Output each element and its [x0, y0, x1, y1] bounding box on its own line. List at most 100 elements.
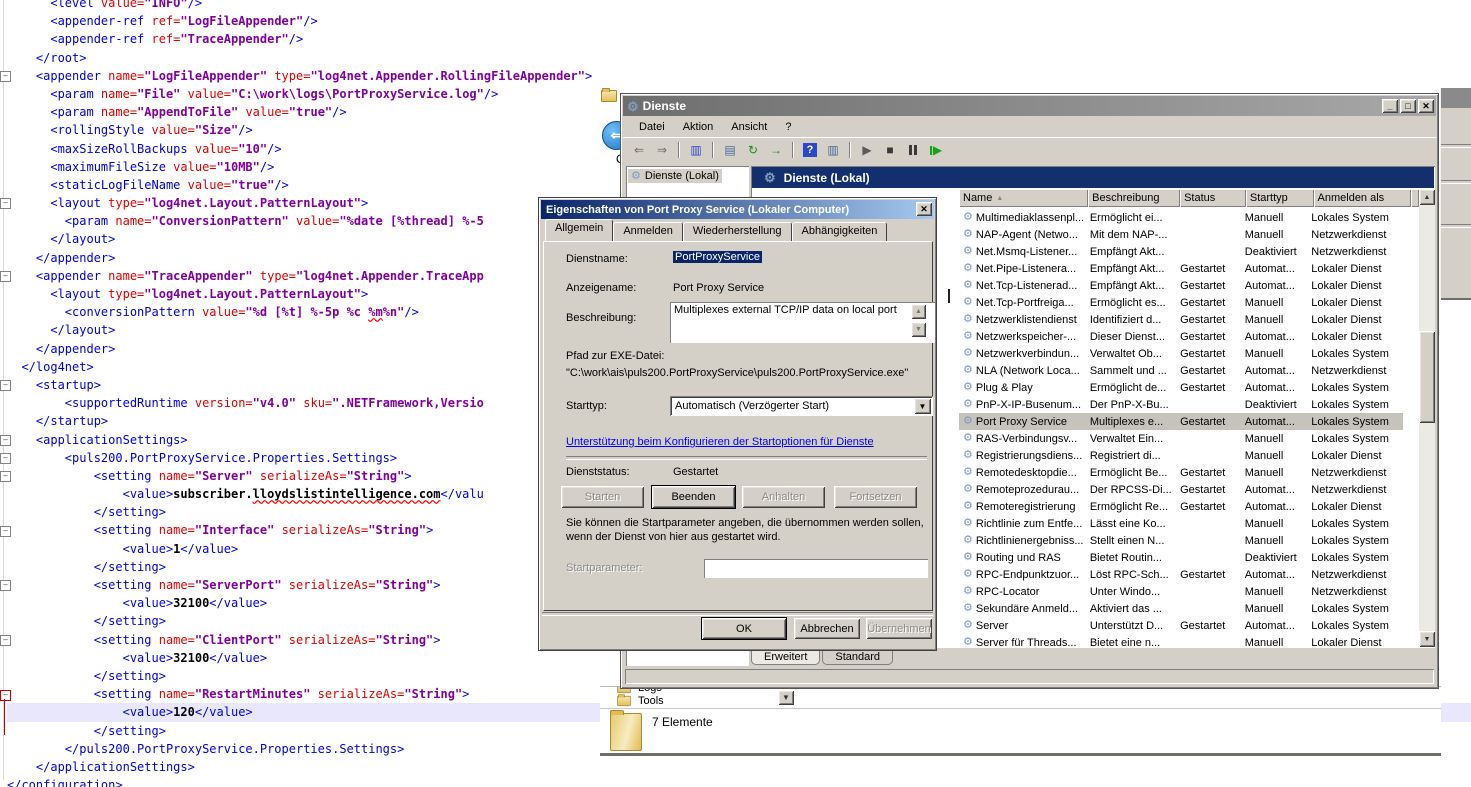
combo-dropdown-button[interactable]: ▼: [914, 398, 931, 414]
service-row[interactable]: ⚙Richtlinie zum Entfe...Lässt eine Ko...…: [959, 515, 1403, 532]
menu-aktion[interactable]: Aktion: [675, 119, 722, 135]
service-row[interactable]: ⚙Multimediaklassenpl...Ermöglicht ei...M…: [959, 209, 1403, 226]
service-row[interactable]: ⚙RPC-Endpunktzuor...Löst RPC-Sch...Gesta…: [959, 566, 1403, 583]
service-row[interactable]: ⚙Netzwerkverbindun...Verwaltet Ob...Gest…: [959, 345, 1403, 362]
services-table-body: ⚙Multimediaklassenpl...Ermöglicht ei...M…: [959, 209, 1403, 647]
menu-datei[interactable]: Datei: [631, 119, 673, 135]
start-service-icon[interactable]: ▶: [857, 140, 877, 160]
menu-help[interactable]: ?: [777, 119, 799, 135]
service-gear-icon: ⚙: [963, 416, 973, 427]
close-button[interactable]: ✕: [1418, 99, 1434, 113]
explorer-status-text: 7 Elemente: [652, 715, 713, 729]
stop-service-icon[interactable]: ■: [880, 140, 900, 160]
help-icon[interactable]: ?: [800, 140, 820, 160]
service-gear-icon: ⚙: [963, 518, 973, 529]
service-row[interactable]: ⚙Richtlinienergebniss...Stellt einen N..…: [959, 532, 1403, 549]
service-row[interactable]: ⚙NetzwerklistendienstIdentifiziert d...G…: [959, 311, 1403, 328]
window-new-icon[interactable]: ▥: [823, 140, 843, 160]
pane-splitter-mark[interactable]: [948, 289, 950, 303]
beenden-button[interactable]: Beenden: [652, 486, 735, 508]
explorer-item-tools[interactable]: Tools: [616, 695, 664, 707]
startparameter-input[interactable]: [704, 559, 928, 578]
show-console-tree-icon[interactable]: ▥: [686, 140, 706, 160]
column-header-anmelden-als[interactable]: Anmelden als: [1314, 189, 1411, 207]
explorer-dropdown-button[interactable]: ▼: [778, 690, 794, 705]
pause-service-icon[interactable]: [903, 140, 923, 160]
scroll-down-button[interactable]: ▼: [1419, 631, 1435, 647]
service-row[interactable]: ⚙Net.Tcp-Listenerad...Empfängt Akt...Ges…: [959, 277, 1403, 294]
forward-icon[interactable]: ⇒: [652, 140, 672, 160]
column-header-name[interactable]: Name▲: [959, 189, 1088, 207]
startoptions-help-link[interactable]: Unterstützung beim Konfigurieren der Sta…: [566, 436, 874, 448]
sort-ascending-icon: ▲: [996, 195, 1003, 202]
service-row[interactable]: ⚙Net.Msmq-Listener...Empfängt Akt...Deak…: [959, 243, 1403, 260]
starten-button[interactable]: Starten: [561, 486, 644, 508]
service-row[interactable]: ⚙NAP-Agent (Netwo...Mit dem NAP-...Manue…: [959, 226, 1403, 243]
service-gear-icon: ⚙: [963, 314, 973, 325]
übernehmen-button[interactable]: Übernehmen: [866, 618, 932, 639]
starttyp-combobox[interactable]: Automatisch (Verzögerter Start) ▼: [670, 396, 933, 416]
column-header-beschreibung[interactable]: Beschreibung: [1088, 189, 1180, 207]
service-row[interactable]: ⚙Netzwerkspeicher-...Dieser Dienst...Ges…: [959, 328, 1403, 345]
beschreibung-textarea[interactable]: Multiplexes external TCP/IP data on loca…: [670, 302, 935, 343]
code-line: <appender name="LogFileAppender" type="l…: [7, 67, 1471, 85]
beschreibung-scrollbar[interactable]: ▲ ▼: [911, 304, 926, 337]
service-row[interactable]: ⚙Registrierungsdiens...Registriert di...…: [959, 447, 1403, 464]
scroll-down-button[interactable]: ▼: [911, 322, 926, 337]
maximize-button[interactable]: □: [1400, 99, 1416, 113]
tree-item-dienste-lokal[interactable]: ⚙ Dienste (Lokal): [628, 169, 722, 183]
service-row[interactable]: ⚙NLA (Network Loca...Sammelt und ...Gest…: [959, 362, 1403, 379]
bottom-tab-standard[interactable]: Standard: [822, 650, 893, 665]
anhalten-button[interactable]: Anhalten: [742, 486, 825, 508]
folder-icon: [617, 696, 631, 706]
code-line: <appender-ref ref="LogFileAppender"/>: [7, 12, 1471, 30]
service-row[interactable]: ⚙Net.Pipe-Listenera...Empfängt Akt...Ges…: [959, 260, 1403, 277]
scroll-up-button[interactable]: ▲: [1419, 189, 1435, 205]
service-gear-icon: ⚙: [963, 569, 973, 580]
explorer-folder-icon: [601, 90, 617, 102]
dialog-tab-abhängigkeiten[interactable]: Abhängigkeiten: [792, 222, 888, 242]
service-row[interactable]: ⚙Port Proxy ServiceMultiplexes e...Gesta…: [959, 413, 1403, 430]
service-row[interactable]: ⚙Server für Threads...Bietet eine n...Ma…: [959, 634, 1403, 647]
scrollbar-thumb[interactable]: [1419, 331, 1435, 423]
service-row[interactable]: ⚙ServerUnterstützt D...GestartetAutomat.…: [959, 617, 1403, 634]
service-gear-icon: ⚙: [963, 331, 973, 342]
service-row[interactable]: ⚙Net.Tcp-Portfreiga...Ermöglicht es...Ge…: [959, 294, 1403, 311]
abbrechen-button[interactable]: Abbrechen: [794, 618, 860, 639]
service-gear-icon: ⚙: [963, 263, 973, 274]
service-row[interactable]: ⚙PnP-X-IP-Busenum...Der PnP-X-Bu...Deakt…: [959, 396, 1403, 413]
column-header-starttyp[interactable]: Starttyp: [1246, 189, 1314, 207]
services-menubar: DateiAktionAnsicht?: [623, 117, 1436, 136]
minimize-button[interactable]: _: [1382, 99, 1398, 113]
code-line: <appender-ref ref="TraceAppender"/>: [7, 30, 1471, 48]
fortsetzen-button[interactable]: Fortsetzen: [834, 486, 917, 508]
dienstname-value[interactable]: PortProxyService: [673, 251, 762, 263]
service-gear-icon: ⚙: [963, 399, 973, 410]
column-header-status[interactable]: Status: [1180, 189, 1246, 207]
restart-service-icon[interactable]: ▶: [926, 140, 946, 160]
service-row[interactable]: ⚙RAS-Verbindungsv...Verwaltet Ein...Manu…: [959, 430, 1403, 447]
ok-button[interactable]: OK: [702, 618, 786, 639]
dialog-tab-allgemein[interactable]: Allgemein: [545, 219, 613, 242]
service-row[interactable]: ⚙Remoteprozedurau...Der RPCSS-Di...Gesta…: [959, 481, 1403, 498]
menu-ansicht[interactable]: Ansicht: [723, 119, 775, 135]
dialog-close-button[interactable]: ✕: [916, 202, 932, 216]
divider: [600, 708, 1441, 709]
dialog-titlebar[interactable]: Eigenschaften von Port Proxy Service (Lo…: [541, 200, 934, 219]
service-row[interactable]: ⚙RemoteregistrierungErmöglicht Re...Gest…: [959, 498, 1403, 515]
scroll-up-button[interactable]: ▲: [911, 304, 926, 319]
refresh-icon[interactable]: ↻: [743, 140, 763, 160]
back-icon[interactable]: ⇐: [629, 140, 649, 160]
service-row[interactable]: ⚙Plug & PlayErmöglicht de...GestartetAut…: [959, 379, 1403, 396]
service-row[interactable]: ⚙Routing und RASBietet Routin...Deaktivi…: [959, 549, 1403, 566]
services-scrollbar[interactable]: ▲ ▼: [1419, 189, 1435, 647]
export-list-icon[interactable]: →: [766, 140, 786, 160]
dialog-tab-anmelden[interactable]: Anmelden: [613, 222, 683, 242]
service-row[interactable]: ⚙RPC-LocatorUnter Windo...ManuellNetzwer…: [959, 583, 1403, 600]
service-row[interactable]: ⚙Remotedesktopdie...Ermöglicht Be...Gest…: [959, 464, 1403, 481]
bottom-tab-erweitert[interactable]: Erweitert: [751, 650, 820, 665]
properties-icon[interactable]: ▤: [720, 140, 740, 160]
dialog-tab-wiederherstellung[interactable]: Wiederherstellung: [683, 222, 792, 242]
services-titlebar[interactable]: ⚙ Dienste _□✕: [623, 96, 1436, 116]
service-row[interactable]: ⚙Sekundäre Anmeld...Aktiviert das ...Man…: [959, 600, 1403, 617]
